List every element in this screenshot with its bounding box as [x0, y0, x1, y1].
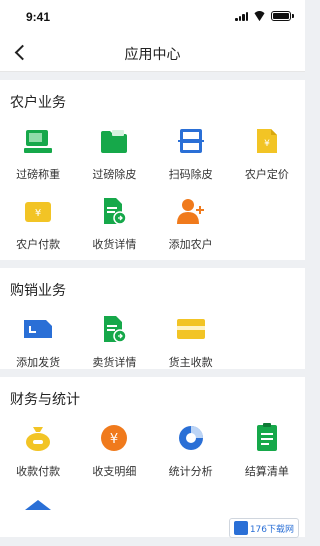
app-label: 扫码除皮 [168, 168, 213, 181]
scan-icon [174, 124, 208, 158]
section-finance-stats: 财务与统计 收款付款 ¥ 收支明细 统计分析 结算清单 [0, 377, 305, 537]
app-tile-statistics[interactable]: 统计分析 [153, 421, 229, 491]
page-title: 应用中心 [124, 47, 181, 63]
svg-text:¥: ¥ [110, 432, 118, 447]
app-label: 过磅除皮 [92, 168, 137, 181]
price-tag-icon: ¥ [250, 124, 284, 158]
section-trade-business: 购销业务 添加发货 卖货详情 货主收款 [0, 268, 305, 369]
app-label: 卖货详情 [92, 356, 137, 369]
status-bar: 9:41 [0, 0, 305, 34]
app-label: 货主收款 [168, 356, 213, 369]
app-tile-more[interactable] [0, 491, 76, 546]
signal-icon [235, 11, 248, 21]
app-tile-farmer-payment[interactable]: ¥ 农户付款 [0, 194, 76, 264]
app-tile-add-farmer[interactable]: 添加农户 [153, 194, 229, 264]
svg-text:¥: ¥ [35, 208, 41, 219]
status-time: 9:41 [26, 10, 51, 24]
app-label: 统计分析 [168, 465, 213, 478]
section-title: 财务与统计 [10, 392, 80, 408]
app-tile-settlement[interactable]: 结算清单 [229, 421, 305, 491]
app-label: 添加农户 [168, 238, 213, 251]
section-title: 农户业务 [10, 95, 66, 111]
app-label: 农户定价 [244, 168, 289, 181]
app-label: 添加发货 [16, 356, 61, 369]
watermark-badge: 176下载网 [228, 518, 299, 538]
app-label: 收货详情 [92, 238, 137, 251]
section-title: 购销业务 [10, 283, 66, 299]
app-tile-add-shipment[interactable]: 添加发货 [0, 312, 76, 382]
app-tile-receive-pay[interactable]: 收款付款 [0, 421, 76, 491]
add-shipment-icon [21, 312, 55, 346]
folder-icon [97, 124, 131, 158]
diamond-icon [21, 491, 55, 525]
checklist-icon [250, 421, 284, 455]
scale-icon [21, 124, 55, 158]
app-label: 结算清单 [244, 465, 289, 478]
status-icons [235, 11, 294, 21]
section-farmer-business: 农户业务 过磅称重 过磅除皮 扫码除皮 ¥ 农户定价 ¥ 农户付款 收货详情 添… [0, 80, 305, 260]
yen-coin-icon: ¥ [97, 421, 131, 455]
watermark-logo-icon [233, 521, 248, 535]
app-tile-farmer-pricing[interactable]: ¥ 农户定价 [229, 124, 305, 194]
watermark-text: 176下载网 [249, 524, 294, 535]
receipt-doc-icon [97, 194, 131, 228]
app-label: 过磅称重 [16, 168, 61, 181]
money-bag-icon [21, 421, 55, 455]
app-label: 农户付款 [16, 238, 61, 251]
app-tile-weighing[interactable]: 过磅称重 [0, 124, 76, 194]
app-tile-scan-tare[interactable]: 扫码除皮 [153, 124, 229, 194]
app-tile-owner-collection[interactable]: 货主收款 [153, 312, 229, 382]
wifi-icon [253, 11, 266, 21]
battery-icon [271, 11, 294, 21]
svg-text:¥: ¥ [264, 139, 270, 149]
payment-icon: ¥ [21, 194, 55, 228]
app-tile-receipt-detail[interactable]: 收货详情 [76, 194, 152, 264]
sales-doc-icon [97, 312, 131, 346]
app-label: 收款付款 [16, 465, 61, 478]
app-label: 收支明细 [92, 465, 137, 478]
nav-bar: 应用中心 [0, 34, 305, 72]
wallet-icon [174, 312, 208, 346]
add-user-icon [174, 194, 208, 228]
pie-chart-icon [174, 421, 208, 455]
app-tile-sales-detail[interactable]: 卖货详情 [76, 312, 152, 382]
app-tile-income-expense[interactable]: ¥ 收支明细 [76, 421, 152, 491]
app-tile-tare[interactable]: 过磅除皮 [76, 124, 152, 194]
